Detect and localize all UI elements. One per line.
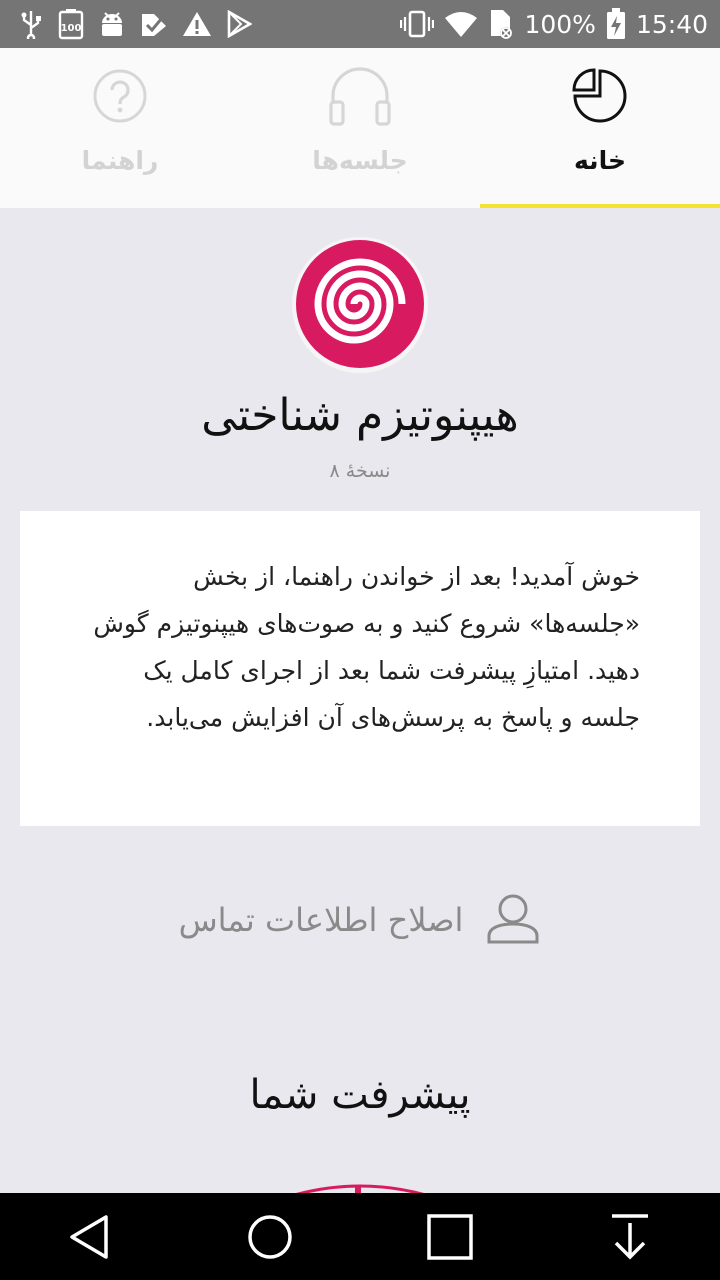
check-icon xyxy=(140,10,168,38)
tab-sessions[interactable]: جلسه‌ها xyxy=(240,48,480,208)
status-right-icons: 100% 15:40 xyxy=(400,8,708,40)
back-button[interactable] xyxy=(50,1197,130,1277)
tab-guide[interactable]: راهنما xyxy=(0,48,240,208)
progress-gauge-marker xyxy=(355,1185,361,1193)
edit-contact-info-label: اصلاح اطلاعات تماس xyxy=(178,901,464,939)
recents-icon xyxy=(427,1213,473,1260)
play-store-icon xyxy=(226,10,252,38)
home-button[interactable] xyxy=(230,1197,310,1277)
status-left-icons: 100 xyxy=(18,8,252,40)
back-icon xyxy=(70,1214,108,1259)
headphones-icon xyxy=(327,64,393,128)
progress-gauge xyxy=(230,1176,490,1193)
app-version: نسخهٔ ۸ xyxy=(329,460,391,482)
recents-button[interactable] xyxy=(410,1197,490,1277)
welcome-text: خوش آمدید! بعد از خواندن راهنما، از بخش … xyxy=(93,562,640,732)
tab-guide-label: راهنما xyxy=(81,146,159,175)
tab-home-label: خانه xyxy=(574,146,626,175)
home-screen: هیپنوتیزم شناختی نسخهٔ ۸ خوش آمدید! بعد … xyxy=(0,208,720,1193)
tab-home[interactable]: خانه xyxy=(480,48,720,208)
no-sim-icon xyxy=(488,8,514,40)
user-icon xyxy=(485,890,541,950)
vibrate-icon xyxy=(400,9,435,39)
question-icon xyxy=(92,64,148,128)
battery-100-icon: 100 xyxy=(58,8,84,40)
home-circle-icon xyxy=(248,1214,292,1259)
tab-sessions-label: جلسه‌ها xyxy=(312,146,408,175)
warning-icon xyxy=(182,10,212,38)
progress-title: پیشرفت شما xyxy=(249,1072,471,1118)
spiral-logo xyxy=(290,234,430,374)
system-nav-bar xyxy=(0,1193,720,1280)
status-bar: 100 100% 15:40 xyxy=(0,0,720,48)
clock: 15:40 xyxy=(635,9,708,39)
battery-charging-icon xyxy=(606,8,626,40)
download-icon xyxy=(612,1213,648,1259)
app-title: هیپنوتیزم شناختی xyxy=(201,390,519,441)
svg-text:100: 100 xyxy=(61,23,82,34)
hide-keyboard-button[interactable] xyxy=(590,1197,670,1277)
tab-bar: راهنما جلسه‌ها خانه xyxy=(0,48,720,208)
android-icon xyxy=(98,9,126,39)
usb-icon xyxy=(18,9,44,39)
edit-contact-info-button[interactable]: اصلاح اطلاعات تماس xyxy=(0,888,720,952)
pie-chart-icon xyxy=(572,64,628,128)
battery-percent: 100% xyxy=(524,9,596,39)
wifi-icon xyxy=(444,10,478,38)
welcome-card: خوش آمدید! بعد از خواندن راهنما، از بخش … xyxy=(20,511,700,826)
